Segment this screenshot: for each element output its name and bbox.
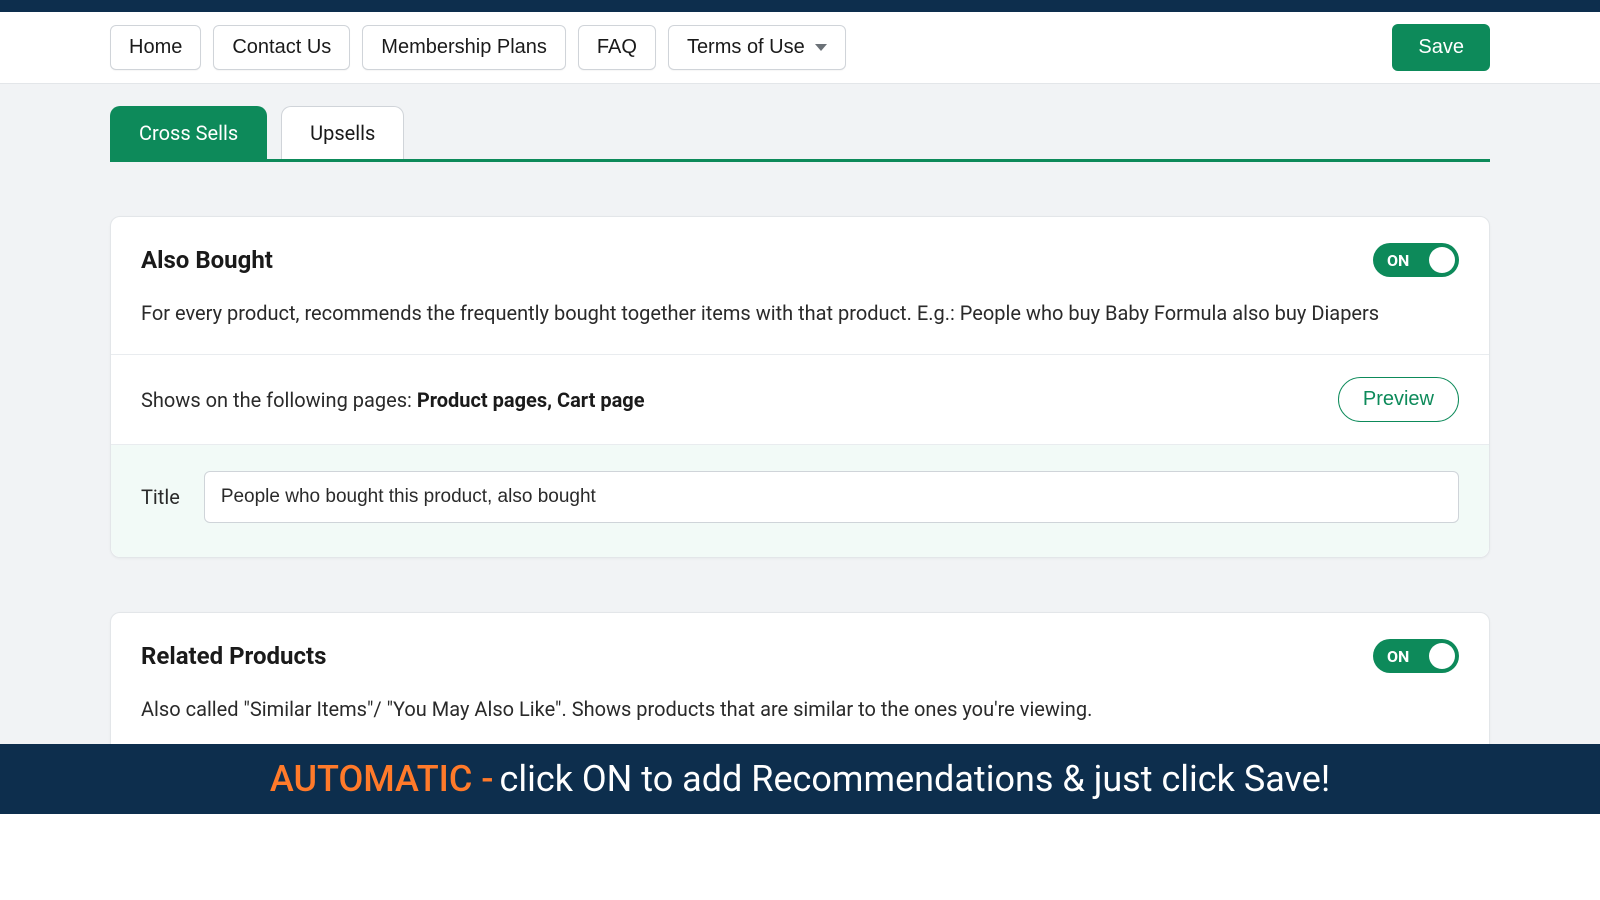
- card-pages-row: Shows on the following pages: Product pa…: [111, 354, 1489, 444]
- card-head: Also Bought ON: [111, 217, 1489, 299]
- tab-upsells[interactable]: Upsells: [281, 106, 404, 159]
- title-input[interactable]: [204, 471, 1459, 523]
- top-bar: [0, 0, 1600, 12]
- toggle-label: ON: [1387, 251, 1409, 270]
- card-title-row: Title: [111, 444, 1489, 557]
- title-field-label: Title: [141, 485, 180, 509]
- nav-terms-label: Terms of Use: [687, 36, 805, 59]
- nav-membership-plans[interactable]: Membership Plans: [362, 25, 566, 70]
- pages-text: Shows on the following pages: Product pa…: [141, 388, 645, 412]
- toggle-knob: [1429, 643, 1455, 669]
- pages-value: Product pages, Cart page: [417, 388, 645, 412]
- nav-faq[interactable]: FAQ: [578, 25, 656, 70]
- bottom-bar: [0, 814, 1600, 900]
- preview-button[interactable]: Preview: [1338, 377, 1459, 422]
- toggle-knob: [1429, 247, 1455, 273]
- banner-highlight: AUTOMATIC -: [270, 758, 494, 800]
- chevron-down-icon: [815, 44, 827, 51]
- card-title: Also Bought: [141, 246, 273, 274]
- banner-text: click ON to add Recommendations & just c…: [500, 758, 1331, 800]
- nav-contact-us[interactable]: Contact Us: [213, 25, 350, 70]
- toggle-also-bought[interactable]: ON: [1373, 243, 1459, 277]
- nav-home[interactable]: Home: [110, 25, 201, 70]
- card-description: Also called "Similar Items"/ "You May Al…: [111, 695, 1489, 750]
- header-nav: Home Contact Us Membership Plans FAQ Ter…: [0, 12, 1600, 84]
- card-also-bought: Also Bought ON For every product, recomm…: [110, 216, 1490, 558]
- nav-terms-of-use[interactable]: Terms of Use: [668, 25, 846, 70]
- card-head: Related Products ON: [111, 613, 1489, 695]
- toggle-related-products[interactable]: ON: [1373, 639, 1459, 673]
- card-description: For every product, recommends the freque…: [111, 299, 1489, 354]
- pages-prefix: Shows on the following pages:: [141, 388, 417, 412]
- tabs: Cross Sells Upsells: [110, 106, 1490, 162]
- card-title: Related Products: [141, 642, 326, 670]
- save-button[interactable]: Save: [1392, 24, 1490, 71]
- tab-cross-sells[interactable]: Cross Sells: [110, 106, 267, 159]
- promo-banner: AUTOMATIC - click ON to add Recommendati…: [0, 744, 1600, 814]
- content-area: Cross Sells Upsells Also Bought ON For e…: [0, 106, 1600, 841]
- toggle-label: ON: [1387, 647, 1409, 666]
